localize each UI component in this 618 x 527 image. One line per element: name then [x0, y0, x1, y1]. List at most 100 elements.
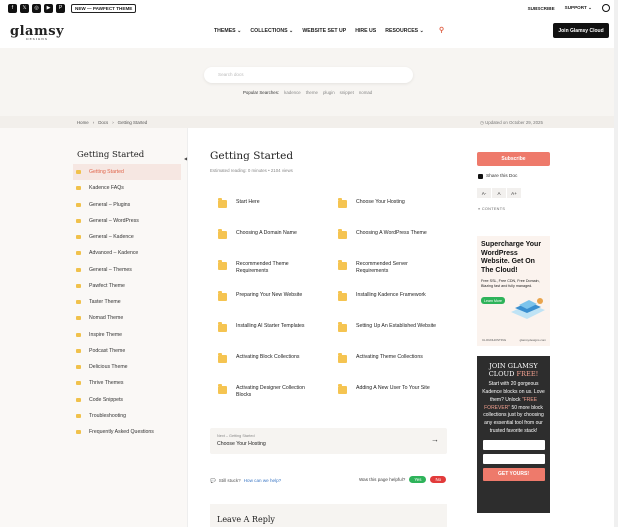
font-decrease-button[interactable]: A-	[477, 188, 491, 198]
new-theme-pill[interactable]: NEW — PAWFECT THEME	[71, 3, 137, 13]
next-doc-card[interactable]: Next – Getting Started Choose Your Hosti…	[210, 428, 447, 454]
ad-heading: Supercharge Your WordPress Website. Get …	[481, 241, 542, 274]
popular-label: Popular Searches:	[243, 90, 280, 95]
collapse-sidebar-icon[interactable]: ◀	[184, 156, 187, 161]
sidebar-item[interactable]: Code Snippets	[73, 392, 181, 408]
sidebar-item[interactable]: General – Themes	[73, 262, 181, 278]
folder-icon	[218, 384, 227, 394]
support-menu[interactable]: SUPPORT ⌄	[565, 5, 592, 11]
contents-toggle[interactable]: ≡ CONTENTS	[478, 207, 505, 211]
facebook-icon[interactable]: f	[8, 3, 17, 13]
sidebar-item[interactable]: Troubleshooting	[73, 408, 181, 424]
sidebar-item[interactable]: Advanced – Kadence	[73, 245, 181, 261]
nav-themes[interactable]: THEMES ⌄	[214, 28, 241, 34]
subscribe-link[interactable]: SUBSCRIBE	[528, 6, 555, 11]
reading-meta: Estimated reading: 0 minutes • 2104 view…	[210, 168, 293, 173]
doc-link[interactable]: Activating Block Collections	[210, 351, 330, 382]
page-scrollbar[interactable]	[614, 0, 618, 527]
sidebar-item[interactable]: General – Plugins	[73, 197, 181, 213]
breadcrumb-docs[interactable]: Docs	[98, 120, 108, 125]
sidebar-item-label: Troubleshooting	[89, 412, 127, 419]
sidebar-item[interactable]: Delicious Theme	[73, 359, 181, 375]
sidebar-item-label: General – Plugins	[89, 201, 131, 208]
doc-link[interactable]: Start Here	[210, 196, 330, 227]
popular-tag[interactable]: plugin	[323, 90, 335, 95]
ad-subtext: Free SSL, Free CDN, Free Domain, Blazing…	[481, 279, 540, 289]
popular-tag[interactable]: snippet	[340, 90, 354, 95]
yes-button[interactable]: Yes	[409, 476, 427, 483]
doc-link[interactable]: Setting Up An Established Website	[330, 320, 448, 351]
sidebar-item[interactable]: Getting Started	[73, 164, 181, 181]
doc-link[interactable]: Choose Your Hosting	[330, 196, 448, 227]
popular-tag[interactable]: kadence	[284, 90, 301, 95]
folder-icon	[76, 218, 81, 223]
doc-link-label: Choosing A Domain Name	[236, 230, 297, 236]
font-increase-button[interactable]: A+	[507, 188, 521, 198]
cloud-hosting-ad[interactable]: Supercharge Your WordPress Website. Get …	[477, 236, 550, 346]
instagram-icon[interactable]: ◎	[32, 3, 41, 13]
folder-icon	[218, 353, 227, 363]
join-cloud-widget: JOIN GLAMSY CLOUD FREE! Start with 20 go…	[477, 356, 550, 513]
youtube-icon[interactable]: ▶	[44, 3, 53, 13]
popular-tag[interactable]: nomad	[359, 90, 372, 95]
doc-link[interactable]: Recommended Server Requirements	[330, 258, 448, 289]
doc-link-label: Activating Block Collections	[236, 354, 300, 360]
sidebar-item[interactable]: Thrive Themes	[73, 375, 181, 391]
no-button[interactable]: No	[430, 476, 447, 483]
x-icon[interactable]: 𝕏	[20, 3, 29, 13]
folder-icon	[76, 397, 81, 402]
folder-icon	[76, 316, 81, 321]
cloud-email-input[interactable]	[482, 453, 545, 464]
next-label: Next – Getting Started	[217, 434, 255, 438]
doc-link[interactable]: Activating Designer Collection Blocks	[210, 382, 330, 413]
sidebar-item[interactable]: Podcast Theme	[73, 343, 181, 359]
doc-link[interactable]: Choosing A WordPress Theme	[330, 227, 448, 258]
docs-sidebar: Getting Started ◀ Getting Started Kadence…	[0, 128, 188, 527]
doc-link[interactable]: Preparing Your New Website	[210, 289, 330, 320]
search-icon[interactable]: ⚲	[439, 26, 444, 34]
nav-resources[interactable]: RESOURCES ⌄	[385, 28, 424, 34]
sidebar-item[interactable]: Inspire Theme	[73, 327, 181, 343]
join-cloud-button[interactable]: Join Glamsy Cloud	[553, 23, 609, 38]
pinterest-icon[interactable]: P	[56, 3, 65, 13]
nav-website-setup[interactable]: WEBSITE SET UP	[302, 28, 346, 34]
nav-hire-us[interactable]: HIRE US	[355, 28, 376, 34]
doc-link[interactable]: Recommended Theme Requirements	[210, 258, 330, 289]
sidebar-item[interactable]: Taster Theme	[73, 294, 181, 310]
doc-link[interactable]: Activating Theme Collections	[330, 351, 448, 382]
sidebar-item[interactable]: Kadence FAQs	[73, 180, 181, 196]
breadcrumb-home[interactable]: Home	[77, 120, 89, 125]
doc-link[interactable]: Installing Kadence Framework	[330, 289, 448, 320]
sidebar-item[interactable]: General – WordPress	[73, 213, 181, 229]
docs-search-input[interactable]: Search docs	[204, 67, 413, 83]
folder-icon	[218, 198, 227, 208]
reply-section: Leave A Reply	[210, 504, 447, 527]
cloud-free-text: FREE!	[516, 370, 539, 379]
sidebar-list: Getting Started Kadence FAQs General – Plu…	[73, 164, 181, 440]
account-icon[interactable]	[602, 4, 610, 12]
folder-icon	[76, 283, 81, 288]
sidebar-item[interactable]: Nomad Theme	[73, 310, 181, 326]
sidebar-item[interactable]: General – Kadence	[73, 229, 181, 245]
doc-link-label: Start Here	[236, 199, 260, 205]
share-doc[interactable]: Share this Doc	[478, 174, 517, 179]
site-logo[interactable]: glamsy DESIGNS	[10, 25, 64, 41]
doc-link[interactable]: Choosing A Domain Name	[210, 227, 330, 258]
cloud-name-input[interactable]	[482, 439, 545, 450]
nav-collections[interactable]: COLLECTIONS ⌄	[250, 28, 293, 34]
help-link[interactable]: How can we help?	[244, 478, 282, 484]
sidebar-item[interactable]: Frequently Asked Questions	[73, 424, 181, 440]
ad-learn-more-button[interactable]: Learn More	[481, 297, 505, 305]
popular-tag[interactable]: theme	[306, 90, 318, 95]
folder-icon	[76, 332, 81, 337]
support-label: SUPPORT	[564, 5, 587, 10]
doc-link[interactable]: Installing AI Starter Templates	[210, 320, 330, 351]
doc-link[interactable]: Adding A New User To Your Site	[330, 382, 448, 413]
folder-icon	[218, 291, 227, 301]
font-reset-button[interactable]: A	[492, 188, 506, 198]
sidebar-item[interactable]: Pawfect Theme	[73, 278, 181, 294]
breadcrumb-separator: ›	[112, 120, 114, 125]
ad-footer-site: glamsydesigns.com	[519, 338, 546, 342]
get-yours-button[interactable]: GET YOURS!	[482, 467, 545, 481]
subscribe-button[interactable]: Subscribe	[477, 152, 550, 166]
